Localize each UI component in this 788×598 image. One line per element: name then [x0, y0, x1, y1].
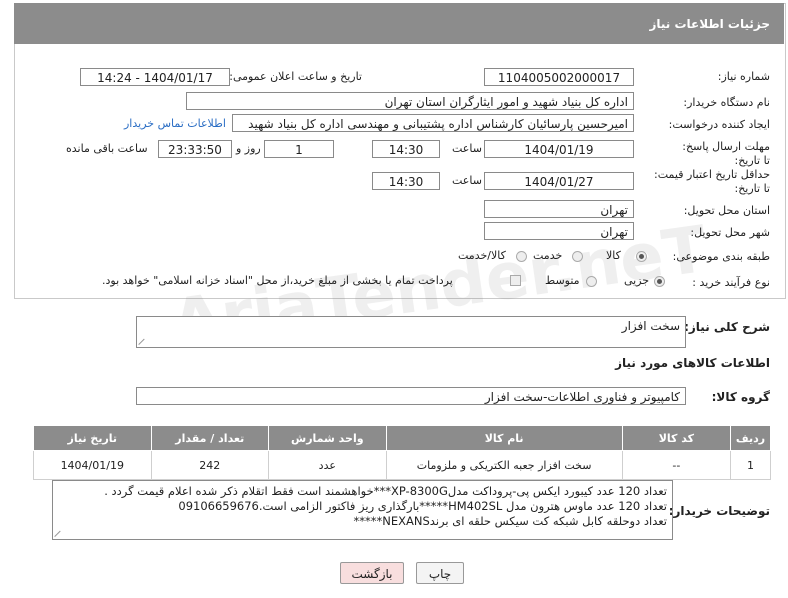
category-radio-goods-service[interactable] [516, 251, 527, 262]
cell-unit: عدد [268, 450, 387, 480]
col-header-need-date: تاریخ نیاز [33, 425, 152, 451]
days-label: روز و [236, 142, 261, 155]
panel-header: جزئیات اطلاعات نیاز [14, 3, 784, 44]
treasury-payment-checkbox[interactable] [510, 275, 521, 286]
creator-field: امیرحسین پارسائیان کارشناس اداره پشتیبان… [232, 114, 634, 132]
process-option-medium: متوسط [545, 274, 580, 287]
table-header-row: ردیف کد کالا نام کالا واحد شمارش تعداد /… [33, 425, 771, 451]
col-header-quantity: تعداد / مقدار [150, 425, 270, 451]
treasury-payment-note: پرداخت تمام یا بخشی از مبلغ خرید،از محل … [102, 274, 453, 287]
summary-value: سخت افزار [621, 319, 680, 333]
goods-section-title: اطلاعات کالاهای مورد نیاز [615, 356, 770, 370]
cell-quantity: 242 [150, 450, 270, 480]
category-option-goods-service: کالا/خدمت [458, 249, 506, 262]
print-button[interactable]: چاپ [416, 562, 464, 584]
need-number-label: شماره نیاز: [717, 70, 770, 83]
buyer-contact-link[interactable]: اطلاعات تماس خریدار [124, 117, 226, 130]
buyer-notes-field: تعداد 120 عدد کیبورد ایکس پی-پروداکت مدل… [52, 480, 673, 540]
buyer-org-label: نام دستگاه خریدار: [683, 96, 770, 109]
need-number-field: 1104005002000017 [484, 68, 634, 86]
back-button[interactable]: بازگشت [340, 562, 404, 584]
process-radio-minor[interactable] [654, 276, 665, 287]
resize-handle-icon[interactable] [55, 529, 63, 537]
category-option-service: خدمت [533, 249, 563, 262]
buyer-notes-line: تعداد 120 عدد ماوس هترون مدل HM402SL****… [178, 499, 667, 513]
buyer-notes-line: تعداد 120 عدد کیبورد ایکس پی-پروداکت مدل… [104, 484, 667, 498]
col-header-row-number: ردیف [730, 425, 771, 451]
deadline-date-field: 1404/01/19 [484, 140, 634, 158]
category-radio-goods[interactable] [636, 251, 647, 262]
process-radio-medium[interactable] [586, 276, 597, 287]
price-time-field: 14:30 [372, 172, 440, 190]
days-field: 1 [264, 140, 334, 158]
category-label: طبقه بندی موضوعی: [672, 250, 770, 263]
page-title: جزئیات اطلاعات نیاز [649, 17, 770, 31]
deadline-label: مهلت ارسال پاسخ: تا تاریخ: [682, 140, 770, 167]
deadline-time-field: 14:30 [372, 140, 440, 158]
summary-field: سخت افزار [136, 316, 686, 348]
cell-need-date: 1404/01/19 [33, 450, 152, 480]
col-header-unit: واحد شمارش [268, 425, 387, 451]
city-label: شهر محل تحویل: [690, 226, 770, 239]
process-option-minor: جزیی [624, 274, 650, 287]
province-field: تهران [484, 200, 634, 218]
category-option-goods: کالا [606, 249, 621, 262]
price-validity-label: حداقل تاریخ اعتبار قیمت: تا تاریخ: [654, 168, 770, 195]
summary-label: شرح کلی نیاز: [684, 320, 770, 334]
buyer-notes-line: تعداد دوحلقه کابل شبکه کت سیکس حلقه ای ب… [353, 514, 667, 528]
cell-code: -- [621, 450, 732, 480]
price-time-label: ساعت [452, 174, 482, 187]
col-header-code: کد کالا [621, 425, 732, 451]
buyer-notes-label: توضیحات خریدار: [668, 504, 770, 518]
creator-label: ایجاد کننده درخواست: [668, 118, 770, 131]
remaining-time-field: 23:33:50 [158, 140, 232, 158]
cell-row-number: 1 [730, 450, 771, 480]
category-radio-service[interactable] [572, 251, 583, 262]
table-row: 1 -- سخت افزار جعبه الکتریکی و ملزومات ع… [33, 450, 771, 480]
announce-date-field: 1404/01/17 - 14:24 [80, 68, 230, 86]
goods-table: ردیف کد کالا نام کالا واحد شمارش تعداد /… [33, 425, 771, 480]
city-field: تهران [484, 222, 634, 240]
cell-name: سخت افزار جعبه الکتریکی و ملزومات [385, 450, 623, 480]
price-date-field: 1404/01/27 [484, 172, 634, 190]
goods-group-field: کامپیوتر و فناوری اطلاعات-سخت افزار [136, 387, 686, 405]
process-label: نوع فرآیند خرید : [692, 276, 770, 289]
resize-handle-icon[interactable] [139, 337, 147, 345]
deadline-time-label: ساعت [452, 142, 482, 155]
remaining-time-label: ساعت باقی مانده [66, 142, 148, 155]
col-header-name: نام کالا [385, 425, 623, 451]
buyer-org-field: اداره کل بنیاد شهید و امور ایثارگران است… [186, 92, 634, 110]
province-label: استان محل تحویل: [683, 204, 770, 217]
announce-date-label: تاریخ و ساعت اعلان عمومی: [229, 70, 362, 83]
goods-group-label: گروه کالا: [711, 390, 770, 404]
